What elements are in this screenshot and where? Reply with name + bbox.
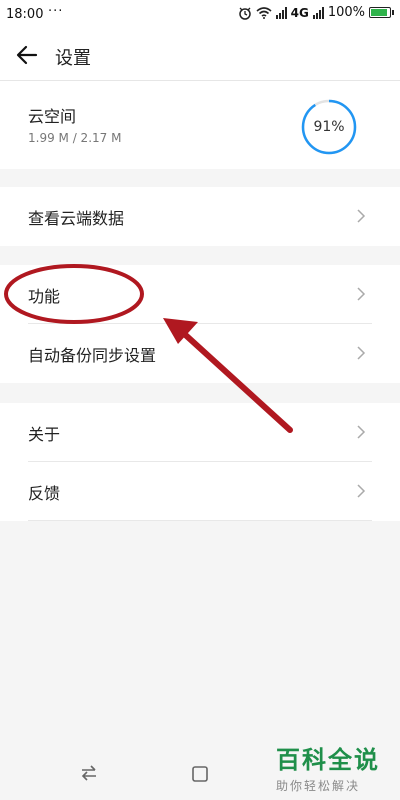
menu-item-label: 自动备份同步设置 [28,346,157,365]
chevron-right-icon [357,209,366,223]
usage-progress-ring: 91% [300,98,358,156]
cloud-storage-usage: 1.99 M / 2.17 M [28,131,122,145]
menu-group-cloud: 查看云端数据 [0,187,400,246]
watermark-title: 百科全说 [276,746,380,774]
wifi-icon [256,7,272,19]
network-type: 4G [290,5,309,20]
menu-item-label: 反馈 [28,484,61,503]
arrow-left-icon[interactable] [14,43,40,67]
page-title: 设置 [55,48,91,69]
notification-dots: ··· [48,4,64,19]
status-bar: 18:00 ··· 4G 100% [0,0,400,30]
alarm-icon [238,7,251,20]
battery-icon [369,7,394,18]
chevron-right-icon [357,287,366,301]
battery-percent: 100% [327,5,365,20]
status-time: 18:00 [6,7,44,22]
menu-item-view-cloud-data[interactable]: 查看云端数据 [0,187,400,246]
watermark: 百科全说 助你轻松解决 [276,740,386,794]
menu-group-features: 功能 自动备份同步设置 [0,265,400,383]
signal-icon [275,6,287,19]
divider [28,520,372,521]
usage-percent: 91% [313,119,345,135]
status-icons: 4G 100% [238,5,394,20]
home-square-icon[interactable] [191,765,209,783]
menu-item-label: 功能 [28,287,61,306]
menu-item-features[interactable]: 功能 [0,265,400,324]
chevron-right-icon [357,484,366,498]
chevron-right-icon [357,346,366,360]
watermark-subtitle: 助你轻松解决 [276,779,361,793]
menu-item-label: 查看云端数据 [28,209,125,228]
signal-icon-2 [312,6,324,19]
cloud-storage-title: 云空间 [28,107,77,126]
app-bar: 设置 [0,30,400,81]
menu-item-label: 关于 [28,425,61,444]
menu-item-about[interactable]: 关于 [0,403,400,462]
menu-item-feedback[interactable]: 反馈 [0,462,400,521]
menu-group-about: 关于 反馈 [0,403,400,521]
swap-arrows-icon[interactable] [80,765,98,781]
cloud-storage-card[interactable]: 云空间 1.99 M / 2.17 M 91% [0,81,400,169]
chevron-right-icon [357,425,366,439]
menu-item-auto-backup-sync[interactable]: 自动备份同步设置 [0,324,400,383]
